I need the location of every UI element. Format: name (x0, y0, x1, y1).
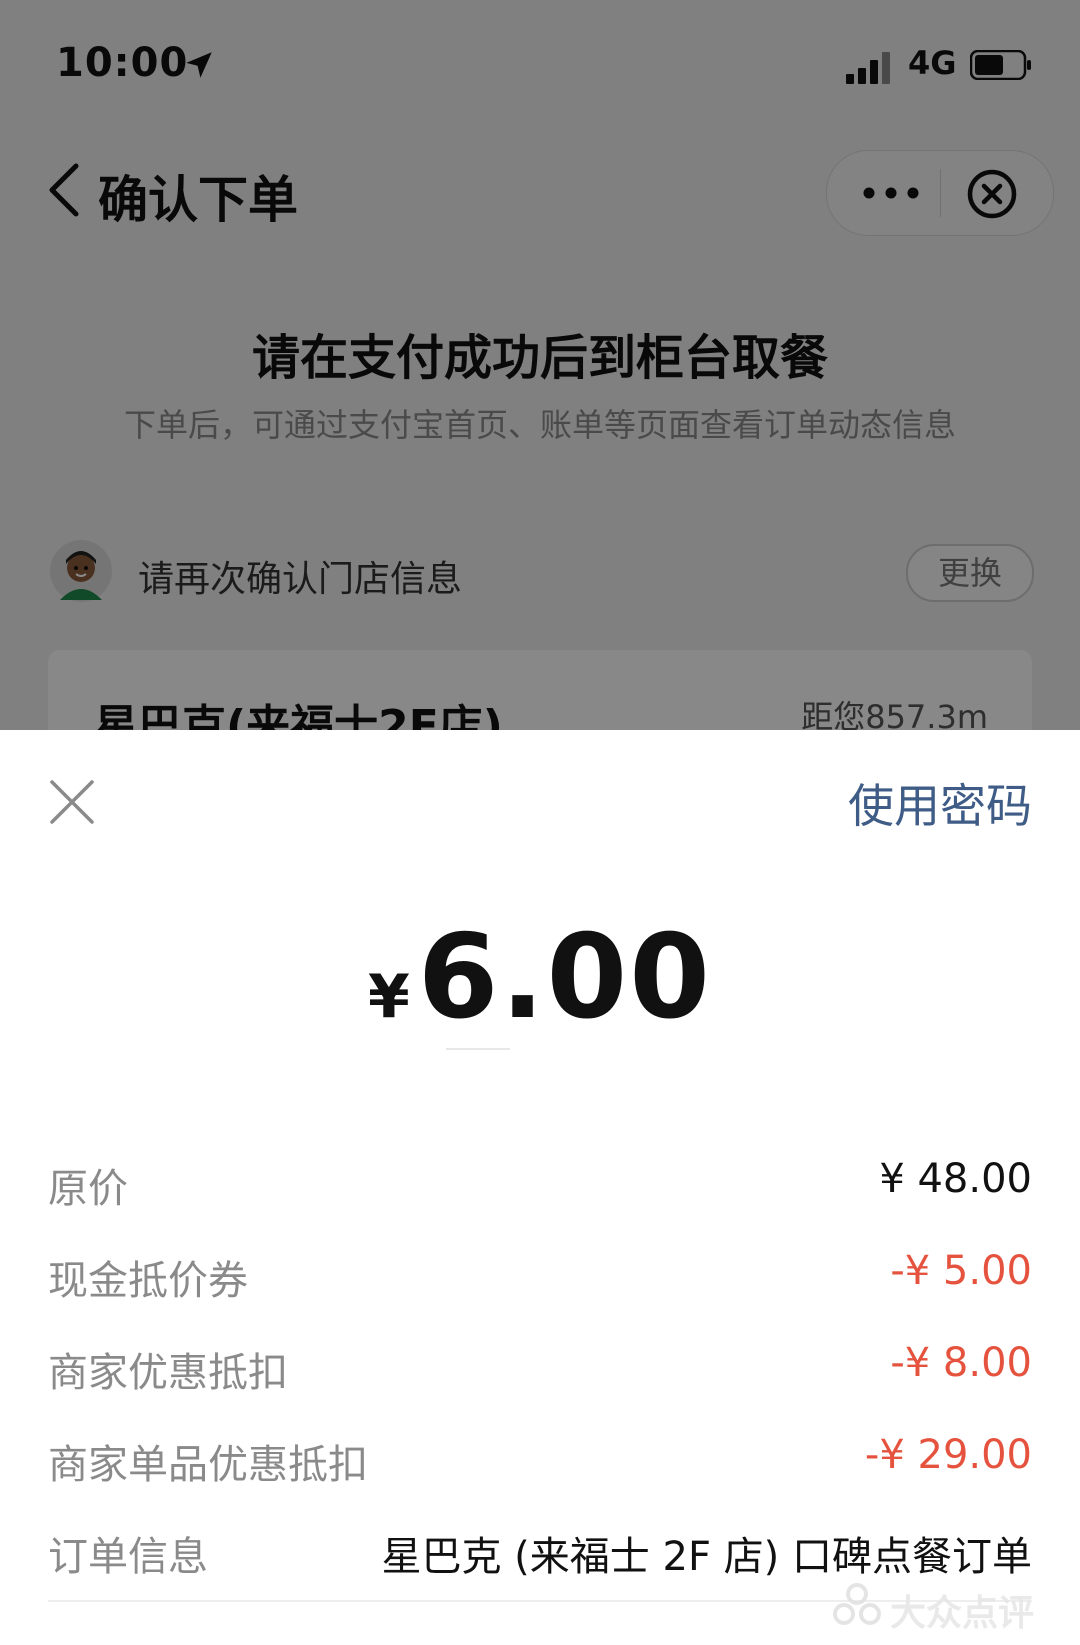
row-label: 商家单品优惠抵扣 (48, 1442, 368, 1488)
row-label: 订单信息 (48, 1534, 208, 1580)
row-value: -¥ 5.00 (890, 1248, 1032, 1294)
price-breakdown: 原价 ¥ 48.00 现金抵价券 -¥ 5.00 商家优惠抵扣 -¥ 8.00 … (48, 1142, 1032, 1602)
row-value: -¥ 29.00 (864, 1432, 1032, 1478)
watermark-text: 大众点评 (890, 1593, 1035, 1634)
amount-value: 6.00 (417, 910, 712, 1045)
row-label: 现金抵价券 (48, 1258, 248, 1304)
modal-overlay[interactable] (0, 0, 1080, 730)
price-row-cash-coupon: 现金抵价券 -¥ 5.00 (48, 1234, 1032, 1326)
currency-symbol: ¥ (368, 962, 410, 1032)
row-label: 商家优惠抵扣 (48, 1350, 288, 1396)
payment-amount: ¥6.00 (0, 910, 1080, 1045)
watermark-logo-icon (833, 1583, 881, 1625)
row-value: 星巴克 (来福士 2F 店) 口碑点餐订单 (381, 1534, 1032, 1580)
close-icon[interactable] (48, 778, 96, 826)
use-password-link[interactable]: 使用密码 (848, 770, 1032, 836)
row-value: -¥ 8.00 (890, 1340, 1032, 1386)
background-page: 10:00 4G 确认下单 请在支付成功后到柜台取餐 下单后，可通过支付宝首页、… (0, 0, 1080, 730)
price-row-original: 原价 ¥ 48.00 (48, 1142, 1032, 1234)
amount-underline (446, 1048, 510, 1050)
price-row-merchant-discount: 商家优惠抵扣 -¥ 8.00 (48, 1326, 1032, 1418)
row-label: 原价 (48, 1166, 128, 1212)
payment-sheet: 使用密码 ¥6.00 原价 ¥ 48.00 现金抵价券 -¥ 5.00 商家优惠… (0, 730, 1080, 1645)
watermark: 大众点评 (832, 1582, 1062, 1634)
row-value: ¥ 48.00 (879, 1156, 1032, 1202)
price-row-item-discount: 商家单品优惠抵扣 -¥ 29.00 (48, 1418, 1032, 1510)
